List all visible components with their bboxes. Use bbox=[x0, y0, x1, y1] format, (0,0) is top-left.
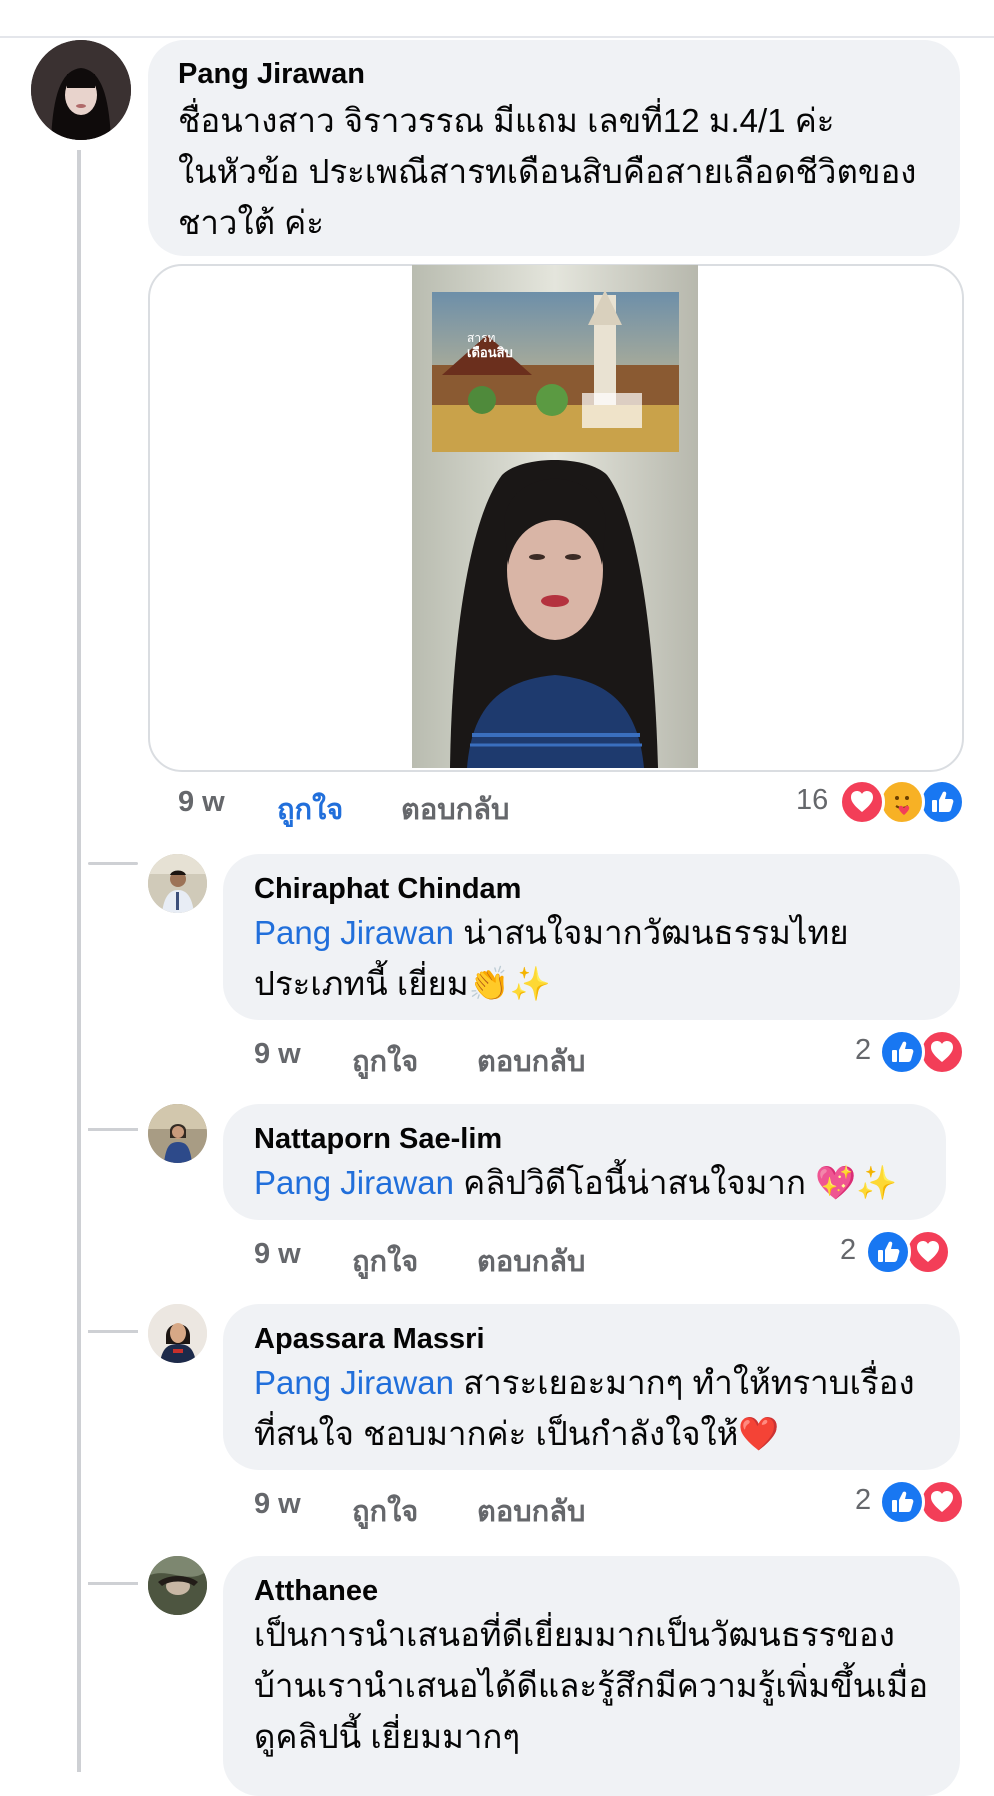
care-icon bbox=[879, 779, 925, 825]
thread-branch bbox=[88, 1330, 138, 1333]
comment-text-line: ประเภทนี้ เยี่ยม👏✨ bbox=[254, 958, 551, 1009]
avatar[interactable] bbox=[148, 1104, 207, 1163]
comment-text-line: เป็นการนำเสนอที่ดีเยี่ยมมากเป็นวัฒนธรรขอ… bbox=[254, 1616, 895, 1653]
avatar[interactable] bbox=[148, 1304, 207, 1363]
comment-text-line: Pang Jirawan น่าสนใจมากวัฒนธรรมไทย bbox=[254, 907, 849, 958]
comment-time: 9 w bbox=[254, 1038, 301, 1070]
love-icon[interactable] bbox=[839, 779, 885, 825]
sparkling-heart-emoji: 💖✨ bbox=[815, 1164, 898, 1201]
thread-branch bbox=[88, 1128, 138, 1131]
like-button[interactable]: ถูกใจ bbox=[352, 1038, 418, 1084]
comment-author[interactable]: Nattaporn Sae-lim bbox=[254, 1123, 502, 1156]
like-button[interactable]: ถูกใจ bbox=[352, 1238, 418, 1284]
reaction-count[interactable]: 2 bbox=[840, 1234, 856, 1267]
mention-link[interactable]: Pang Jirawan bbox=[254, 914, 454, 951]
like-icon bbox=[919, 779, 965, 825]
reaction-count[interactable]: 2 bbox=[855, 1484, 871, 1517]
comment-text: คลิปวิดีโอนี้น่าสนใจมาก bbox=[453, 1164, 816, 1201]
banner-title: เดือนสิบ bbox=[467, 345, 513, 361]
comment-text: ประเภทนี้ เยี่ยม bbox=[254, 965, 469, 1002]
comment-time: 9 w bbox=[254, 1238, 301, 1270]
comment-author[interactable]: Pang Jirawan bbox=[178, 58, 365, 91]
thread-line bbox=[77, 150, 81, 1772]
comment-author[interactable]: Atthanee bbox=[254, 1575, 378, 1608]
avatar[interactable] bbox=[148, 1556, 207, 1615]
comment-text-line: ดูคลิปนี้ เยี่ยมมากๆ bbox=[254, 1718, 521, 1755]
comment-text-line: ในหัวข้อ ประเพณีสารทเดือนสิบคือสายเลือดช… bbox=[178, 153, 917, 190]
mention-link[interactable]: Pang Jirawan bbox=[254, 1164, 454, 1201]
comment-author[interactable]: Chiraphat Chindam bbox=[254, 873, 521, 906]
clap-sparkle-emoji: 👏✨ bbox=[468, 965, 551, 1002]
reply-button[interactable]: ตอบกลับ bbox=[477, 1238, 585, 1284]
comment-time: 9 w bbox=[178, 786, 225, 818]
like-button[interactable]: ถูกใจ bbox=[277, 786, 343, 832]
love-icon bbox=[919, 1479, 965, 1525]
like-icon[interactable] bbox=[879, 1479, 925, 1525]
mention-link[interactable]: Pang Jirawan bbox=[254, 1364, 454, 1401]
love-icon bbox=[919, 1029, 965, 1075]
comment-text-line: ชื่อนางสาว จิราวรรณ มีแถม เลขที่12 ม.4/1… bbox=[178, 102, 835, 139]
comment-time: 9 w bbox=[254, 1488, 301, 1520]
like-icon[interactable] bbox=[879, 1029, 925, 1075]
comment-text-line: Pang Jirawan สาระเยอะมากๆ ทำให้ทราบเรื่อ… bbox=[254, 1357, 915, 1408]
comment-text-line: Pang Jirawan คลิปวิดีโอนี้น่าสนใจมาก 💖✨ bbox=[254, 1157, 897, 1208]
banner-title: สารท bbox=[467, 331, 496, 345]
like-button[interactable]: ถูกใจ bbox=[352, 1488, 418, 1534]
comment-text: สาระเยอะมากๆ ทำให้ทราบเรื่อง bbox=[453, 1364, 915, 1401]
comment-text: น่าสนใจมากวัฒนธรรมไทย bbox=[453, 914, 849, 951]
reaction-count[interactable]: 2 bbox=[855, 1034, 871, 1067]
comment-text-line: บ้านเรานำเสนอได้ดีและรู้สึกมีความรู้เพิ่… bbox=[254, 1667, 929, 1704]
reply-button[interactable]: ตอบกลับ bbox=[401, 786, 509, 832]
thread-branch bbox=[88, 862, 138, 865]
video-thumbnail[interactable]: สารท เดือนสิบ bbox=[412, 265, 698, 768]
reply-button[interactable]: ตอบกลับ bbox=[477, 1488, 585, 1534]
reaction-count[interactable]: 16 bbox=[796, 784, 828, 817]
comment-author[interactable]: Apassara Massri bbox=[254, 1323, 485, 1356]
comment-text-line: ที่สนใจ ชอบมากค่ะ เป็นกำลังใจให้❤️ bbox=[254, 1408, 780, 1459]
red-heart-emoji: ❤️ bbox=[738, 1415, 780, 1452]
comment-text: ที่สนใจ ชอบมากค่ะ เป็นกำลังใจให้ bbox=[254, 1415, 739, 1452]
avatar[interactable] bbox=[31, 40, 131, 140]
comment-text-line: ชาวใต้ ค่ะ bbox=[178, 204, 324, 241]
top-bar bbox=[0, 0, 994, 38]
thread-branch bbox=[88, 1582, 138, 1585]
reply-button[interactable]: ตอบกลับ bbox=[477, 1038, 585, 1084]
love-icon bbox=[905, 1229, 951, 1275]
like-icon[interactable] bbox=[865, 1229, 911, 1275]
avatar[interactable] bbox=[148, 854, 207, 913]
